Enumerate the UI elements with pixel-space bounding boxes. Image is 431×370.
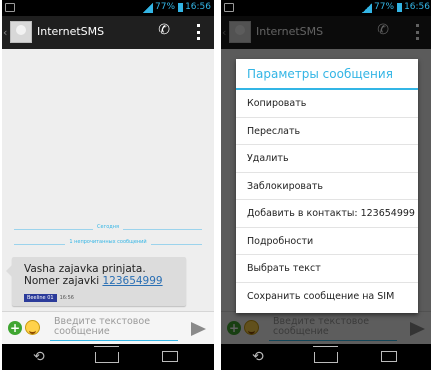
- compose-bar: + Введите текстовое сообщение: [2, 311, 214, 344]
- nav-back-icon[interactable]: ⟲: [252, 350, 264, 364]
- status-indicators: 77% 16:56: [362, 2, 430, 346]
- menu-item-details[interactable]: Подробности: [236, 228, 418, 255]
- message-text: Vasha zajavka prinjata. Nomer zajavki 12…: [24, 263, 184, 287]
- sim-badge: Beeline 01: [24, 294, 57, 302]
- status-bar: 77% 16:56: [2, 0, 214, 346]
- message-options-dialog: Параметры сообщения Копировать Переслать…: [236, 59, 418, 313]
- menu-item-forward[interactable]: Переслать: [236, 118, 418, 145]
- dialog-title: Параметры сообщения: [236, 59, 418, 90]
- unread-separator: 1 непрочитанных сообщений: [14, 239, 202, 247]
- phone-context-menu-screen: 77% 16:56 ‹ InternetSMS ✆ + Введите текс…: [221, 0, 431, 370]
- nav-recents-icon[interactable]: [381, 351, 397, 362]
- battery-percent: 77%: [374, 2, 395, 12]
- emoji-icon[interactable]: [25, 320, 40, 335]
- navigation-bar: ⟲: [221, 344, 431, 370]
- battery-icon: [397, 3, 403, 12]
- overflow-menu-icon[interactable]: [197, 24, 201, 40]
- notification-icon: [224, 3, 234, 12]
- status-indicators: 77% 16:56: [143, 2, 211, 346]
- back-chevron-icon[interactable]: ‹: [3, 26, 7, 39]
- status-time: 16:56: [404, 2, 430, 12]
- menu-item-save-to-sim[interactable]: Сохранить сообщение на SIM: [236, 283, 418, 311]
- message-time: 16:56: [59, 295, 74, 301]
- nav-recents-icon[interactable]: [162, 351, 178, 362]
- send-icon[interactable]: [191, 322, 206, 336]
- menu-item-delete[interactable]: Удалить: [236, 145, 418, 173]
- menu-item-copy[interactable]: Копировать: [236, 90, 418, 118]
- message-meta: Beeline 01 16:56: [24, 294, 74, 302]
- status-bar: 77% 16:56: [221, 0, 431, 346]
- message-link[interactable]: 123654999: [102, 275, 162, 287]
- message-bubble[interactable]: Vasha zajavka prinjata. Nomer zajavki 12…: [6, 257, 186, 306]
- battery-percent: 77%: [155, 2, 176, 12]
- menu-item-select-text[interactable]: Выбрать текст: [236, 255, 418, 283]
- menu-item-add-to-contacts[interactable]: Добавить в контакты: 123654999: [236, 200, 418, 228]
- message-input[interactable]: Введите текстовое сообщение: [50, 316, 178, 341]
- date-separator-label: Сегодня: [93, 224, 123, 230]
- nav-home-icon[interactable]: [95, 352, 119, 363]
- notification-icon: [5, 3, 15, 12]
- navigation-bar: ⟲: [2, 344, 214, 370]
- unread-separator-label: 1 непрочитанных сообщений: [65, 239, 151, 245]
- add-attachment-icon[interactable]: +: [8, 321, 22, 335]
- signal-icon: [143, 2, 154, 13]
- contact-avatar-icon[interactable]: [10, 21, 32, 43]
- message-list[interactable]: Сегодня 1 непрочитанных сообщений Vasha …: [2, 49, 214, 311]
- signal-icon: [362, 2, 373, 13]
- date-separator: Сегодня: [14, 224, 202, 232]
- action-bar: ‹ InternetSMS ✆: [2, 16, 214, 49]
- nav-back-icon[interactable]: ⟲: [33, 350, 45, 364]
- call-icon[interactable]: ✆: [158, 22, 170, 38]
- battery-icon: [178, 3, 184, 12]
- status-time: 16:56: [185, 2, 211, 12]
- conversation-title: InternetSMS: [37, 25, 105, 38]
- nav-home-icon[interactable]: [314, 352, 338, 363]
- phone-conversation-screen: 77% 16:56 ‹ InternetSMS ✆ Сегодня 1 непр…: [2, 0, 214, 370]
- menu-item-block[interactable]: Заблокировать: [236, 173, 418, 200]
